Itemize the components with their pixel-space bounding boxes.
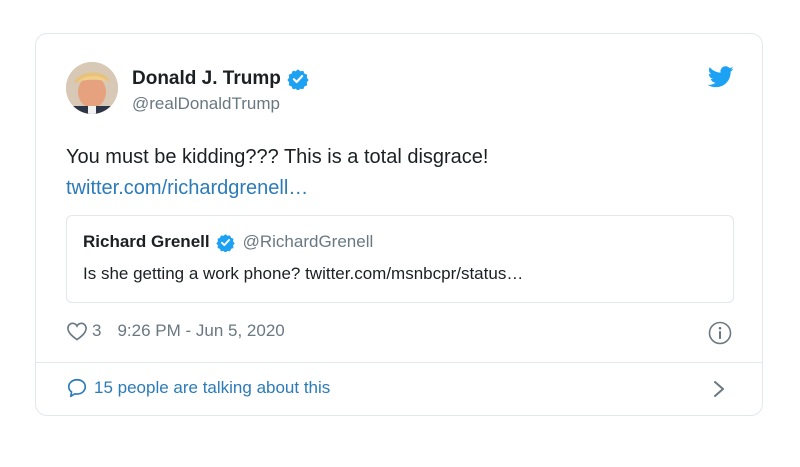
verified-badge-icon <box>287 69 309 90</box>
conversation-label: 15 people are talking about this <box>94 378 331 397</box>
quoted-tweet-header: Richard Grenell @RichardGrenell <box>83 232 373 252</box>
chevron-right-icon[interactable] <box>712 380 726 398</box>
author-handle[interactable]: @realDonaldTrump <box>132 94 280 114</box>
verified-badge-icon <box>215 233 235 252</box>
quoted-author-name: Richard Grenell <box>83 232 210 251</box>
tweet-embed-card: Donald J. Trump @realDonaldTrump You mus… <box>35 33 763 416</box>
avatar[interactable] <box>66 62 118 114</box>
speech-bubble-icon <box>67 378 87 398</box>
tweet-link[interactable]: twitter.com/richardgrenell… <box>66 173 308 203</box>
twitter-bird-icon[interactable] <box>708 66 734 88</box>
tweet-meta-row: 3 9:26 PM - Jun 5, 2020 <box>66 321 285 341</box>
heart-icon[interactable] <box>66 321 88 341</box>
author-name-row: Donald J. Trump <box>132 68 309 90</box>
author-name[interactable]: Donald J. Trump <box>132 68 281 90</box>
quoted-author-handle: @RichardGrenell <box>242 232 374 251</box>
like-count[interactable]: 3 <box>92 321 101 341</box>
quoted-tweet-text: Is she getting a work phone? twitter.com… <box>83 264 524 283</box>
tweet-timestamp[interactable]: 9:26 PM - Jun 5, 2020 <box>117 321 284 341</box>
quoted-tweet[interactable]: Richard Grenell @RichardGrenell Is she g… <box>66 215 734 303</box>
info-icon[interactable] <box>708 321 732 345</box>
tweet-text: You must be kidding??? This is a total d… <box>66 146 489 168</box>
divider <box>36 362 762 363</box>
conversation-link[interactable]: 15 people are talking about this <box>66 377 330 399</box>
